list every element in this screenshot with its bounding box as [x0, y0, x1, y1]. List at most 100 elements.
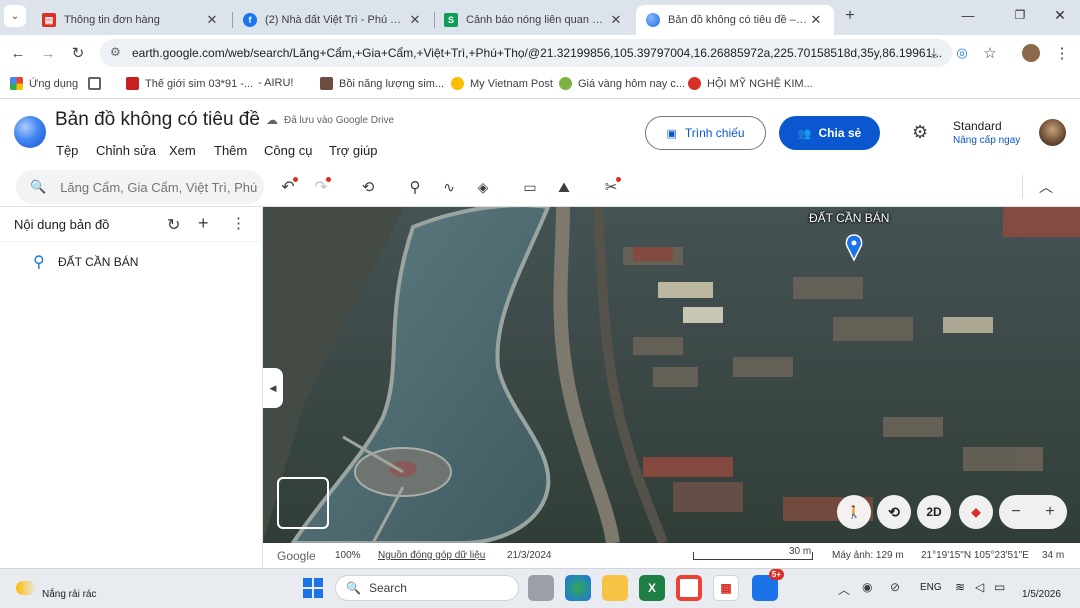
- forward-button[interactable]: →: [36, 41, 60, 65]
- tray-chevron-icon[interactable]: ︿: [838, 581, 850, 598]
- file-explorer-icon[interactable]: [602, 575, 628, 601]
- close-icon[interactable]: ✕: [808, 12, 824, 28]
- address-bar[interactable]: ⚙ earth.google.com/web/search/Lăng+Cẩm,+…: [100, 39, 952, 67]
- settings-gear-icon[interactable]: ⚙: [912, 122, 928, 143]
- bookmark-gold-price[interactable]: Giá vàng hôm nay c...: [559, 77, 685, 90]
- more-options-icon[interactable]: ⋮: [231, 214, 246, 232]
- tab-title: (2) Nhà đất Việt Trì - Phú Thọ | F: [265, 14, 407, 26]
- earth-map-view[interactable]: ĐẤT CẦN BÁN ◀: [263, 207, 1080, 543]
- edge-browser-icon[interactable]: [565, 575, 591, 601]
- refresh-icon[interactable]: ↻: [167, 215, 180, 235]
- bookmark-airu[interactable]: - AIRU!: [258, 77, 293, 89]
- tab-news[interactable]: S Cảnh báo nóng liên quan vụ thi ✕: [434, 5, 634, 35]
- bookmark-handicraft[interactable]: HỘI MỸ NGHỆ KIM...: [688, 77, 813, 90]
- window-close-button[interactable]: ✕: [1052, 7, 1068, 24]
- close-icon[interactable]: ✕: [407, 12, 423, 28]
- image-overlay-icon[interactable]: ⛰: [552, 175, 576, 199]
- tab-order-info[interactable]: ▤ Thông tin đơn hàng ✕: [32, 5, 230, 35]
- menu-tools[interactable]: Công cụ: [264, 143, 312, 158]
- menu-view[interactable]: Xem: [169, 143, 196, 158]
- lens-icon[interactable]: ◎: [950, 41, 974, 65]
- zoom-out-button[interactable]: −: [999, 495, 1033, 529]
- measure-icon[interactable]: ▭: [518, 175, 542, 199]
- bookmark-label: Bồi năng lượng sim...: [339, 77, 445, 90]
- people-icon: 👥: [797, 127, 812, 140]
- search-input[interactable]: [60, 179, 261, 195]
- tray-hidden-icon[interactable]: ⊘: [890, 580, 900, 594]
- placemark-icon[interactable]: ⚲: [403, 175, 427, 199]
- upgrade-link[interactable]: Nâng cấp ngay: [953, 135, 1020, 146]
- bookmark-vietnam-post[interactable]: My Vietnam Post: [451, 77, 553, 90]
- history-icon[interactable]: ⟲: [356, 175, 380, 199]
- language-indicator[interactable]: ENG: [920, 582, 942, 593]
- task-view-icon[interactable]: [528, 575, 554, 601]
- close-icon[interactable]: ✕: [204, 12, 220, 28]
- minimap-thumbnail[interactable]: [277, 477, 329, 529]
- redo-icon[interactable]: ↷: [309, 175, 333, 199]
- chrome-menu-icon[interactable]: ⋮: [1050, 41, 1074, 65]
- taskbar-date[interactable]: 1/5/2026: [1022, 589, 1061, 600]
- search-box[interactable]: 🔍: [16, 170, 264, 204]
- menu-file[interactable]: Tệp: [56, 143, 78, 158]
- google-earth-logo[interactable]: [14, 116, 46, 148]
- back-button[interactable]: ←: [6, 41, 30, 65]
- location-pin-icon: ⚲: [33, 254, 45, 271]
- bookmark-energy[interactable]: Bồi năng lượng sim...: [320, 77, 444, 90]
- reload-button[interactable]: ↻: [66, 41, 90, 65]
- undo-icon[interactable]: ↶: [276, 175, 300, 199]
- menu-help[interactable]: Trợ giúp: [329, 143, 378, 158]
- share-button[interactable]: 👥 Chia sẻ: [779, 116, 880, 150]
- app-icon[interactable]: ▦: [713, 575, 739, 601]
- menu-edit[interactable]: Chỉnh sửa: [96, 143, 156, 158]
- tab-facebook[interactable]: f (2) Nhà đất Việt Trì - Phú Thọ | F ✕: [233, 5, 433, 35]
- facebook-icon: f: [243, 13, 257, 27]
- windows-start-icon[interactable]: [300, 575, 326, 601]
- bookmark-apps[interactable]: Ứng dụng: [10, 77, 78, 90]
- present-button[interactable]: ▣ Trình chiếu: [645, 116, 766, 150]
- close-icon[interactable]: ✕: [608, 12, 624, 28]
- excel-icon[interactable]: X: [639, 575, 665, 601]
- install-icon[interactable]: ⤓: [922, 41, 946, 65]
- weather-text[interactable]: Nắng rải rác: [42, 589, 96, 600]
- menu-add[interactable]: Thêm: [214, 143, 247, 158]
- collapse-panel-button[interactable]: ◀: [263, 368, 283, 408]
- wifi-icon[interactable]: ≋: [955, 580, 965, 594]
- bookmark-sim[interactable]: Thế giới sim 03*91 -...: [126, 77, 253, 90]
- placemark-map-label[interactable]: ĐẤT CẦN BÁN: [809, 211, 889, 225]
- bookmark-tab-groups[interactable]: [88, 77, 107, 90]
- list-item-placemark[interactable]: ⚲ ĐẤT CẦN BÁN: [0, 247, 262, 277]
- reset-tilt-icon[interactable]: ⟲: [877, 495, 911, 529]
- chrome-icon[interactable]: [676, 575, 702, 601]
- app-header: Bản đồ không có tiêu đề ☁ Đã lưu vào Goo…: [0, 100, 1080, 167]
- data-attribution-link[interactable]: Nguồn đóng góp dữ liệu: [378, 550, 485, 561]
- street-view-pegman-icon[interactable]: 🚶: [837, 495, 871, 529]
- view-2d-button[interactable]: 2D: [917, 495, 951, 529]
- tab-search-button[interactable]: ⌄: [4, 5, 26, 27]
- minimize-button[interactable]: —: [960, 8, 976, 23]
- tray-app-icon[interactable]: ◉: [862, 580, 872, 594]
- site-info-icon[interactable]: ⚙: [110, 45, 121, 59]
- zoom-control: − +: [999, 495, 1067, 529]
- restore-button[interactable]: ❐: [1012, 8, 1028, 22]
- battery-icon[interactable]: ▭: [994, 580, 1005, 594]
- taskbar-search-box[interactable]: 🔍 Search: [335, 575, 519, 601]
- collapse-chevron-icon[interactable]: ︿: [1034, 175, 1058, 199]
- add-icon[interactable]: +: [198, 213, 209, 234]
- zoom-in-button[interactable]: +: [1033, 495, 1067, 529]
- new-tab-button[interactable]: +: [840, 7, 860, 27]
- bookmark-star-icon[interactable]: ☆: [978, 41, 1002, 65]
- zoom-percent[interactable]: 100%: [335, 550, 361, 561]
- placemark-pin-icon[interactable]: [838, 235, 870, 263]
- tab-google-earth[interactable]: Bản đồ không có tiêu đề – Goo ✕: [636, 5, 834, 35]
- profile-avatar[interactable]: [1022, 44, 1040, 62]
- volume-icon[interactable]: ◁: [975, 580, 984, 594]
- compass-icon[interactable]: ◆: [959, 495, 993, 529]
- weather-sun-icon[interactable]: [16, 581, 36, 595]
- google-earth-icon: [646, 13, 660, 27]
- path-icon[interactable]: ∿: [437, 175, 461, 199]
- map-title[interactable]: Bản đồ không có tiêu đề: [55, 109, 260, 131]
- layers-icon[interactable]: ◈: [471, 175, 495, 199]
- zalo-icon[interactable]: 5+: [752, 569, 784, 601]
- user-avatar[interactable]: [1039, 119, 1066, 146]
- tools-icon[interactable]: ✂: [599, 175, 623, 199]
